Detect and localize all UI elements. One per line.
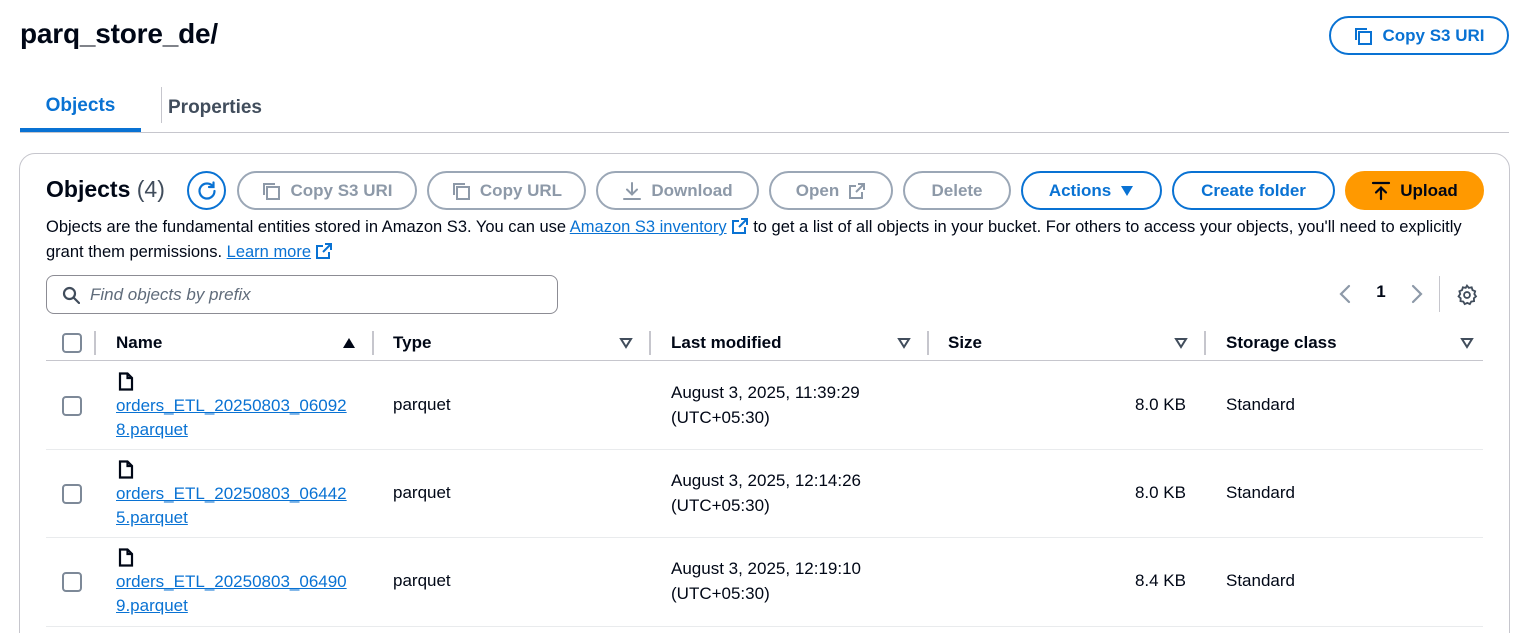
object-name-link[interactable]: orders_ETL_20250803_064425.parquet [116, 482, 356, 530]
table-row[interactable]: orders_ETL_20250803_064909.parquet parqu… [46, 538, 1483, 627]
column-header-type[interactable]: Type [393, 326, 431, 360]
object-name-link[interactable]: orders_ETL_20250803_064909.parquet [116, 570, 356, 618]
copy-icon [263, 182, 281, 200]
column-divider[interactable] [649, 331, 651, 355]
chevron-right-icon[interactable] [1410, 284, 1424, 304]
open-label: Open [795, 180, 840, 200]
sort-icon[interactable] [1174, 337, 1188, 349]
copy-s3-uri-button[interactable]: Copy S3 URI [237, 171, 417, 210]
tab-divider [161, 87, 162, 123]
tab-bar: Objects Properties [20, 84, 1509, 133]
gear-icon[interactable] [1456, 284, 1478, 306]
sort-icon[interactable] [619, 337, 633, 349]
last-modified-timezone: (UTC+05:30) [671, 408, 770, 427]
search-input[interactable] [90, 284, 530, 305]
learn-more-link[interactable]: Learn more [227, 243, 311, 261]
storage-class: Standard [1226, 571, 1295, 590]
tab-objects[interactable]: Objects [20, 84, 141, 132]
actions-dropdown-button[interactable]: Actions [1021, 171, 1162, 210]
object-size: 8.0 KB [1134, 483, 1186, 502]
panel-description: Objects are the fundamental entities sto… [46, 215, 1466, 265]
last-modified-date: August 3, 2025, 11:39:29 [671, 383, 860, 402]
last-modified-timezone: (UTC+05:30) [671, 584, 770, 603]
copy-icon [452, 182, 470, 200]
external-link-icon [731, 218, 748, 234]
copy-s3-uri-header-button[interactable]: Copy S3 URI [1329, 16, 1509, 55]
row-checkbox[interactable] [62, 572, 82, 592]
storage-class: Standard [1226, 395, 1295, 414]
sort-icon[interactable] [1460, 337, 1474, 349]
copy-url-button[interactable]: Copy URL [427, 171, 586, 210]
row-checkbox[interactable] [62, 396, 82, 416]
object-size: 8.0 KB [1134, 395, 1186, 414]
column-header-name[interactable]: Name [116, 326, 162, 360]
delete-label: Delete [931, 180, 983, 200]
table-row[interactable]: orders_ETL_20250803_064425.parquet parqu… [46, 450, 1483, 538]
row-select-cell [62, 572, 82, 592]
download-icon [623, 181, 642, 200]
search-box [46, 275, 558, 314]
select-all-checkbox[interactable] [62, 333, 82, 353]
row-select-cell [62, 484, 82, 504]
object-type: parquet [393, 571, 451, 590]
copy-url-label: Copy URL [479, 180, 563, 200]
column-header-size[interactable]: Size [948, 326, 982, 360]
column-header-last-modified[interactable]: Last modified [671, 326, 782, 360]
create-folder-label: Create folder [1201, 180, 1306, 200]
external-link-icon [849, 182, 866, 199]
actions-label: Actions [1048, 180, 1112, 200]
table-row[interactable]: orders_ETL_20250803_060928.parquet parqu… [46, 361, 1483, 450]
last-modified-date: August 3, 2025, 12:19:10 [671, 559, 861, 578]
sort-icon[interactable] [897, 337, 911, 349]
file-icon [118, 460, 134, 479]
refresh-icon [197, 180, 216, 200]
upload-icon [1372, 181, 1391, 200]
open-button[interactable]: Open [769, 171, 893, 210]
last-modified-timezone: (UTC+05:30) [671, 496, 770, 515]
row-select-cell [62, 396, 82, 416]
search-icon [62, 286, 80, 304]
upload-button[interactable]: Upload [1345, 171, 1484, 210]
object-name-link[interactable]: orders_ETL_20250803_060928.parquet [116, 394, 356, 442]
copy-s3-uri-label: Copy S3 URI [290, 180, 393, 200]
file-icon [118, 372, 134, 391]
chevron-left-icon[interactable] [1338, 284, 1352, 304]
copy-icon [1355, 27, 1373, 45]
sort-ascending-icon[interactable] [342, 337, 356, 349]
file-icon [118, 548, 134, 567]
panel-title-text: Objects [46, 176, 131, 202]
create-folder-button[interactable]: Create folder [1172, 171, 1335, 210]
column-divider[interactable] [1204, 331, 1206, 355]
storage-class: Standard [1226, 483, 1295, 502]
last-modified-date: August 3, 2025, 12:14:26 [671, 471, 861, 490]
s3-inventory-link[interactable]: Amazon S3 inventory [570, 218, 727, 236]
refresh-button[interactable] [187, 171, 226, 210]
table-header: Name Type Last modified Size Storage cla… [46, 326, 1483, 361]
select-all-cell [62, 326, 82, 360]
current-page[interactable]: 1 [1375, 282, 1387, 302]
download-label: Download [651, 180, 733, 200]
panel-title: Objects (4) [46, 176, 165, 203]
upload-label: Upload [1400, 180, 1458, 200]
object-size: 8.4 KB [1134, 571, 1186, 590]
column-divider[interactable] [927, 331, 929, 355]
object-type: parquet [393, 483, 451, 502]
row-checkbox[interactable] [62, 484, 82, 504]
object-count: (4) [136, 176, 165, 202]
description-text-1: Objects are the fundamental entities sto… [46, 218, 570, 236]
copy-s3-uri-header-label: Copy S3 URI [1382, 25, 1485, 45]
column-divider[interactable] [372, 331, 374, 355]
external-link-icon [316, 243, 333, 259]
download-button[interactable]: Download [596, 171, 759, 210]
column-divider [94, 331, 96, 355]
column-header-storage-class[interactable]: Storage class [1226, 326, 1337, 360]
page-title: parq_store_de/ [20, 18, 218, 49]
delete-button[interactable]: Delete [903, 171, 1011, 210]
objects-panel: Objects (4) Copy S3 URI Copy URL Downloa… [19, 153, 1510, 633]
caret-down-icon [1121, 185, 1134, 196]
tab-properties[interactable]: Properties [168, 84, 262, 132]
object-type: parquet [393, 395, 451, 414]
pager-divider [1439, 276, 1440, 312]
